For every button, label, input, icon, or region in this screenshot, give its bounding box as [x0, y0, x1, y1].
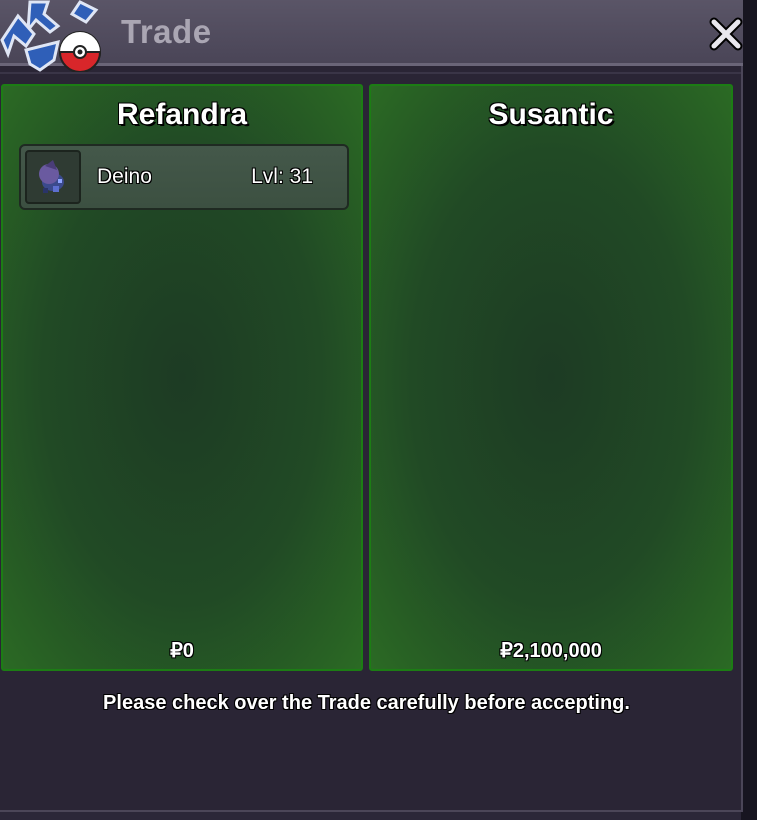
money-offer-right: ₽2,100,000 [500, 640, 602, 662]
player-name-right: Susantic [488, 98, 614, 131]
offer-panel-right: Susantic ₽2,100,000 [369, 84, 733, 671]
trade-window: Trade Refandra Deino Lvl: 31 ₽0 Susantic… [0, 0, 743, 812]
window-title: Trade [121, 13, 212, 50]
trade-pokeball-icon [0, 0, 102, 73]
money-offer-left: ₽0 [170, 640, 194, 662]
close-icon[interactable] [706, 14, 746, 54]
offer-panel-left: Refandra Deino Lvl: 31 ₽0 [1, 84, 363, 671]
item-name: Deino [97, 165, 152, 188]
divider [0, 72, 741, 74]
background-edge [741, 0, 757, 820]
trade-warning-text: Please check over the Trade carefully be… [103, 692, 630, 714]
deino-sprite-icon [25, 150, 81, 204]
item-level: Lvl: 31 [251, 165, 313, 188]
title-bar[interactable]: Trade [0, 0, 743, 66]
trade-item-slot[interactable]: Deino Lvl: 31 [19, 144, 349, 210]
player-name-left: Refandra [116, 98, 248, 131]
